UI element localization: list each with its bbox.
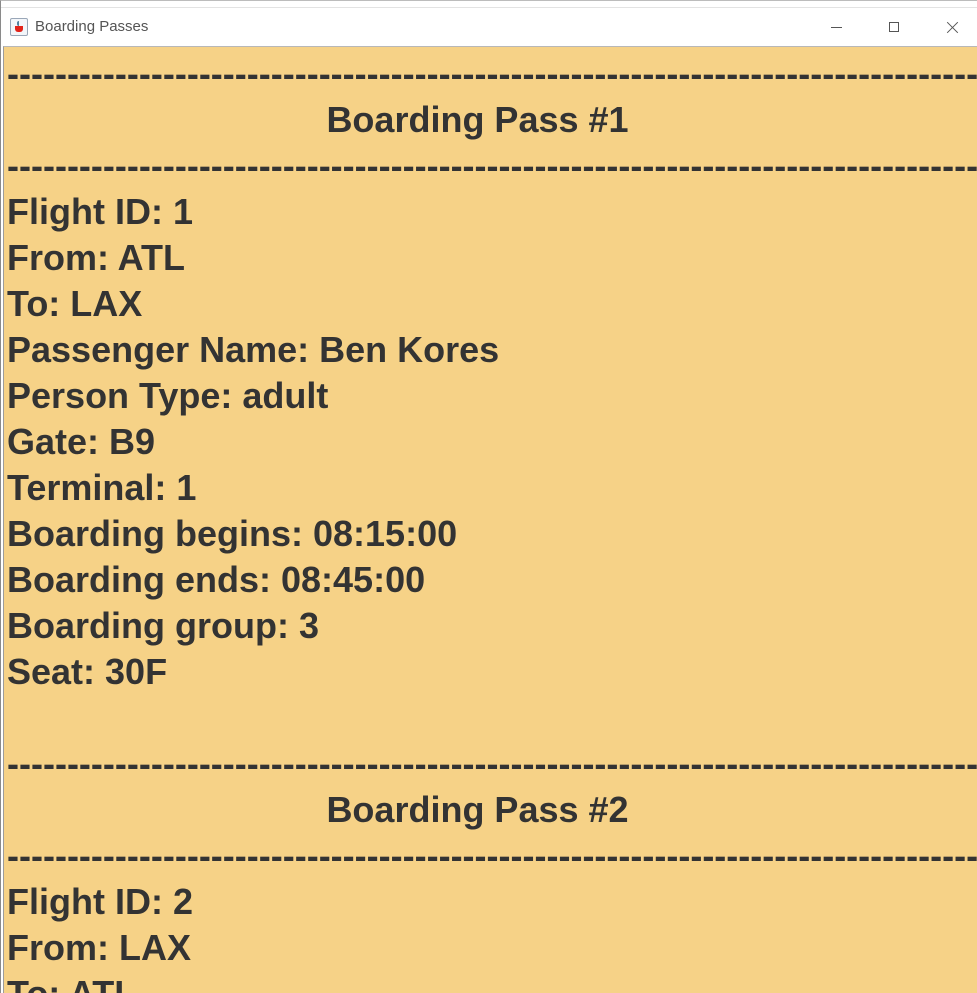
divider-line: ----------------------------------------… xyxy=(7,835,977,876)
divider-line: ----------------------------------------… xyxy=(7,53,977,94)
maximize-button[interactable] xyxy=(865,8,923,46)
divider-line: ----------------------------------------… xyxy=(7,743,977,784)
boarding-pass-heading: Boarding Pass #1 xyxy=(326,99,629,140)
close-button[interactable] xyxy=(923,8,977,46)
terminal: Terminal: 1 xyxy=(7,467,197,508)
boarding-pass-text-area[interactable]: ----------------------------------------… xyxy=(3,46,977,993)
passenger-name: Passenger Name: Ben Kores xyxy=(7,329,500,370)
flight-id: Flight ID: 1 xyxy=(7,191,193,232)
destination: To: ATL xyxy=(7,971,977,993)
boarding-group: Boarding group: 3 xyxy=(7,605,319,646)
title-bar[interactable]: Boarding Passes xyxy=(1,7,977,46)
window-title: Boarding Passes xyxy=(35,18,149,35)
close-icon xyxy=(946,21,959,34)
destination: To: LAX xyxy=(7,283,143,324)
seat: Seat: 30F xyxy=(7,651,168,692)
boarding-ends: Boarding ends: 08:45:00 xyxy=(7,559,426,600)
boarding-pass-2: ----------------------------------------… xyxy=(4,741,977,993)
boarding-pass-heading: Boarding Pass #2 xyxy=(326,789,629,830)
person-type: Person Type: adult xyxy=(7,375,329,416)
maximize-icon xyxy=(889,22,899,32)
divider-line: ----------------------------------------… xyxy=(7,145,977,186)
gate: Gate: B9 xyxy=(7,421,156,462)
boarding-passes-window: Boarding Passes ------------------------… xyxy=(0,0,977,993)
minimize-button[interactable] xyxy=(807,8,865,46)
java-app-icon xyxy=(10,18,28,36)
boarding-begins: Boarding begins: 08:15:00 xyxy=(7,513,458,554)
minimize-icon xyxy=(830,26,842,28)
origin: From: LAX xyxy=(7,927,191,968)
origin: From: ATL xyxy=(7,237,185,278)
boarding-pass-1: ----------------------------------------… xyxy=(4,51,977,741)
flight-id: Flight ID: 2 xyxy=(7,881,193,922)
